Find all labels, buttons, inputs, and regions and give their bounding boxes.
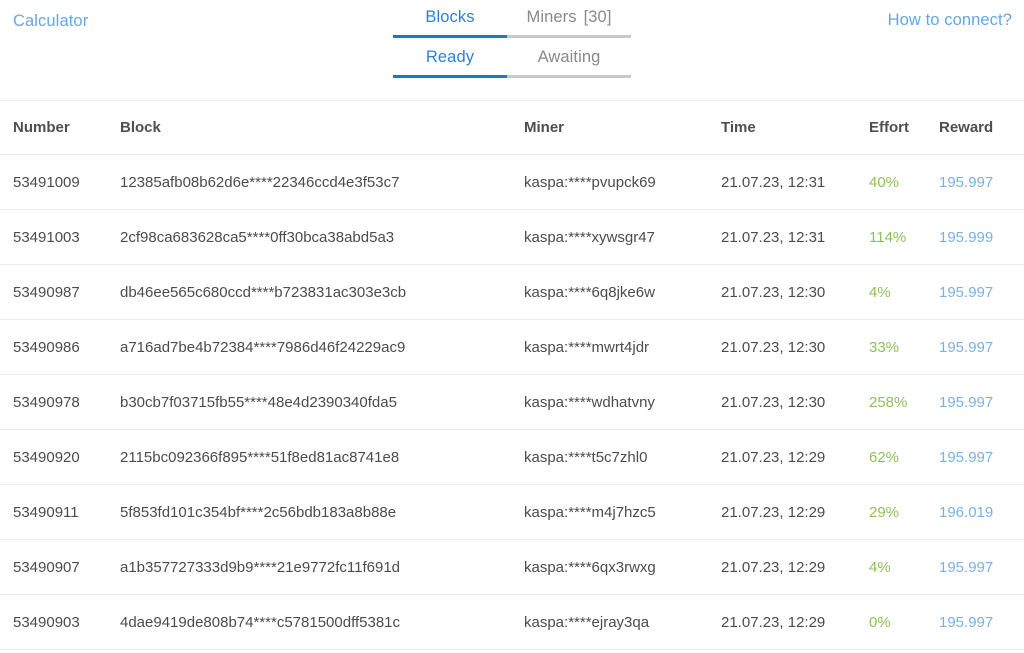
cell-time: 21.07.23, 12:30: [721, 393, 826, 411]
tab-ready-label: Ready: [425, 48, 475, 66]
cell-time: 21.07.23, 12:29: [721, 558, 826, 576]
cell-number: 53490911: [13, 503, 79, 521]
cell-number: 53490903: [13, 613, 80, 631]
cell-block[interactable]: db46ee565c680ccd****b723831ac303e3cb: [120, 284, 524, 301]
table-header-row: Number Block Miner Time Effort Reward: [0, 101, 1024, 155]
cell-reward: 195.997: [939, 173, 994, 191]
cell-miner[interactable]: kaspa:****m4j7hzc5: [524, 504, 721, 521]
how-to-connect-link[interactable]: How to connect?: [888, 11, 1012, 30]
secondary-tab-row: Ready Awaiting: [393, 48, 631, 78]
table-row[interactable]: 53490978 b30cb7f03715fb55****48e4d2390340…: [0, 375, 1024, 430]
table-row[interactable]: 53490911 5f853fd101c354bf****2c56bdb183a8…: [0, 485, 1024, 540]
table-row[interactable]: 53490987 db46ee565c680ccd****b723831ac303…: [0, 265, 1024, 320]
blocks-table: Number Block Miner Time Effort Reward 53…: [0, 100, 1024, 650]
cell-effort: 4%: [869, 558, 891, 576]
table-body: 53491009 12385afb08b62d6e****22346ccd4e3f…: [0, 155, 1024, 650]
cell-effort: 258%: [869, 393, 908, 411]
cell-block[interactable]: a716ad7be4b72384****7986d46f24229ac9: [120, 339, 524, 356]
table-row[interactable]: 53490903 4dae9419de808b74****c5781500dff5…: [0, 595, 1024, 650]
cell-reward: 195.997: [939, 338, 994, 356]
cell-block[interactable]: 2115bc092366f895****51f8ed81ac8741e8: [120, 449, 524, 466]
tab-awaiting-label: Awaiting: [537, 48, 601, 66]
cell-effort: 40%: [869, 173, 900, 191]
cell-block[interactable]: a1b357727333d9b9****21e9772fc11f691d: [120, 559, 524, 576]
column-header-number: Number: [13, 119, 70, 136]
tab-ready[interactable]: Ready: [393, 48, 507, 78]
cell-number: 53490907: [13, 558, 80, 576]
tab-blocks[interactable]: Blocks: [393, 8, 507, 38]
cell-miner[interactable]: kaspa:****6qx3rwxg: [524, 559, 721, 576]
tab-blocks-label: Blocks: [425, 8, 475, 26]
cell-effort: 4%: [869, 283, 891, 301]
cell-miner[interactable]: kaspa:****6q8jke6w: [524, 284, 721, 301]
cell-reward: 196.019: [939, 503, 994, 521]
tab-awaiting[interactable]: Awaiting: [507, 48, 631, 78]
cell-time: 21.07.23, 12:29: [721, 503, 826, 521]
table-row[interactable]: 53490986 a716ad7be4b72384****7986d46f2422…: [0, 320, 1024, 375]
top-bar: Calculator Blocks Miners [30] Ready Await…: [0, 0, 1024, 100]
cell-number: 53490986: [13, 338, 80, 356]
table-row[interactable]: 53490907 a1b357727333d9b9****21e9772fc11f…: [0, 540, 1024, 595]
cell-number: 53491009: [13, 173, 80, 191]
table-row[interactable]: 53490920 2115bc092366f895****51f8ed81ac87…: [0, 430, 1024, 485]
cell-reward: 195.997: [939, 613, 994, 631]
cell-effort: 114%: [869, 228, 907, 246]
cell-block[interactable]: b30cb7f03715fb55****48e4d2390340fda5: [120, 394, 524, 411]
cell-block[interactable]: 4dae9419de808b74****c5781500dff5381c: [120, 614, 524, 631]
cell-number: 53490920: [13, 448, 80, 466]
tab-miners[interactable]: Miners [30]: [507, 8, 631, 38]
cell-time: 21.07.23, 12:30: [721, 338, 826, 356]
cell-block[interactable]: 5f853fd101c354bf****2c56bdb183a8b88e: [120, 504, 524, 521]
cell-time: 21.07.23, 12:29: [721, 448, 826, 466]
column-header-effort: Effort: [869, 119, 909, 136]
cell-number: 53490978: [13, 393, 80, 411]
tab-groups: Blocks Miners [30] Ready Awaiting: [0, 8, 1024, 78]
cell-block[interactable]: 2cf98ca683628ca5****0ff30bca38abd5a3: [120, 229, 524, 246]
table-row[interactable]: 53491009 12385afb08b62d6e****22346ccd4e3f…: [0, 155, 1024, 210]
miners-count-badge: [30]: [583, 8, 612, 26]
cell-reward: 195.997: [939, 558, 994, 576]
column-header-reward: Reward: [939, 119, 994, 136]
cell-time: 21.07.23, 12:29: [721, 613, 826, 631]
cell-reward: 195.997: [939, 393, 994, 411]
cell-time: 21.07.23, 12:30: [721, 283, 826, 301]
cell-miner[interactable]: kaspa:****wdhatvny: [524, 394, 721, 411]
cell-miner[interactable]: kaspa:****mwrt4jdr: [524, 339, 721, 356]
cell-miner[interactable]: kaspa:****xywsgr47: [524, 229, 721, 246]
cell-time: 21.07.23, 12:31: [721, 228, 826, 246]
cell-miner[interactable]: kaspa:****ejray3qa: [524, 614, 721, 631]
cell-block[interactable]: 12385afb08b62d6e****22346ccd4e3f53c7: [120, 174, 524, 191]
column-header-miner: Miner: [524, 119, 565, 136]
tab-miners-label: Miners: [526, 8, 577, 26]
cell-reward: 195.997: [939, 283, 994, 301]
column-header-block: Block: [120, 119, 161, 136]
table-row[interactable]: 53491003 2cf98ca683628ca5****0ff30bca38ab…: [0, 210, 1024, 265]
cell-reward: 195.999: [939, 228, 994, 246]
primary-tab-row: Blocks Miners [30]: [393, 8, 631, 38]
cell-number: 53491003: [13, 228, 80, 246]
cell-time: 21.07.23, 12:31: [721, 173, 826, 191]
cell-effort: 0%: [869, 613, 891, 631]
cell-miner[interactable]: kaspa:****t5c7zhl0: [524, 449, 721, 466]
cell-miner[interactable]: kaspa:****pvupck69: [524, 174, 721, 191]
cell-effort: 29%: [869, 503, 900, 521]
column-header-time: Time: [721, 119, 756, 136]
cell-number: 53490987: [13, 283, 80, 301]
cell-reward: 195.997: [939, 448, 994, 466]
cell-effort: 62%: [869, 448, 900, 466]
cell-effort: 33%: [869, 338, 900, 356]
